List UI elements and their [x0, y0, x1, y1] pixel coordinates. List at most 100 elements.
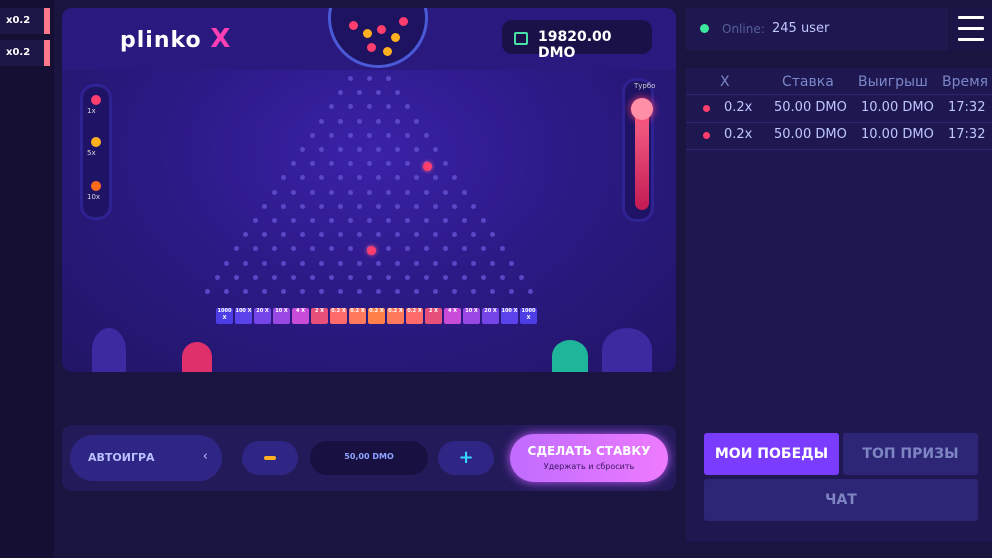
peg [452, 260, 457, 266]
peg [366, 132, 372, 138]
peg [442, 246, 448, 252]
peg [395, 175, 400, 181]
peg [490, 232, 495, 238]
peg [366, 76, 372, 81]
bet-controls: АВТОИГРА ‹ 50,00 DMO + СДЕЛАТЬ СТАВКУ Уд… [62, 425, 676, 491]
peg [499, 274, 505, 280]
peg [262, 232, 267, 238]
peg [300, 147, 305, 152]
falling-ball [367, 246, 376, 255]
peg [338, 232, 343, 238]
peg [309, 189, 315, 195]
column-header-bet: Ставка [782, 74, 834, 90]
peg [414, 289, 419, 294]
history-sidebar: x0.2 x0.2 [0, 0, 54, 558]
peg [309, 274, 315, 280]
peg [395, 147, 400, 152]
peg [338, 289, 343, 294]
bet-amount-value: 50,00 DMO [344, 452, 394, 461]
peg [404, 132, 410, 138]
peg [404, 104, 410, 110]
multiplier-slot: 2 X [311, 308, 328, 324]
peg [357, 90, 362, 96]
menu-icon [958, 16, 984, 19]
peg [338, 90, 343, 96]
peg [357, 289, 362, 294]
autoplay-button[interactable]: АВТОИГРА ‹ [70, 435, 222, 481]
peg [490, 289, 495, 294]
tab-chat[interactable]: ЧАТ [704, 479, 978, 521]
risk-ball-icon [91, 137, 101, 147]
row-status-dot [703, 132, 710, 139]
peg [281, 232, 286, 238]
plant-decoration [552, 340, 588, 372]
logo-text: plinko [120, 28, 202, 53]
peg [281, 260, 286, 266]
peg [480, 218, 486, 223]
risk-gauge[interactable]: 1x 5x 10x [80, 84, 112, 220]
peg [385, 274, 391, 280]
tab-my-wins[interactable]: МОИ ПОБЕДЫ [704, 433, 839, 475]
column-header-x: X [720, 74, 730, 90]
row-bet: 50.00 DMO [774, 127, 847, 142]
peg [300, 175, 305, 181]
multiplier-slot: 1000 X [216, 308, 233, 324]
peg [423, 132, 429, 138]
hamburger-menu-button[interactable] [950, 8, 992, 50]
column-header-time: Время [942, 74, 989, 90]
peg [300, 289, 305, 294]
game-board[interactable]: plinko X 19820.00 DMO 1000 X 100 X 20 X 10 … [62, 8, 676, 372]
peg [290, 161, 296, 167]
peg [395, 203, 400, 209]
turbo-slider-handle[interactable] [631, 98, 653, 120]
peg [423, 274, 429, 280]
peg [243, 289, 248, 294]
peg [319, 147, 324, 152]
peg [442, 218, 448, 223]
peg [281, 175, 286, 181]
history-item-label: x0.2 [6, 47, 31, 58]
plant-decoration [92, 328, 126, 372]
peg [233, 246, 239, 252]
peg [347, 218, 353, 223]
peg [404, 246, 410, 252]
peg [319, 175, 324, 181]
peg [214, 274, 220, 280]
logo-x: X [210, 24, 232, 54]
peg [395, 232, 400, 238]
peg [366, 104, 372, 110]
peg [328, 274, 334, 280]
peg [461, 246, 467, 252]
peg [347, 274, 353, 280]
peg [461, 274, 467, 280]
multiplier-slot: 10 X [273, 308, 290, 324]
peg [357, 232, 362, 238]
peg [357, 118, 362, 124]
peg [271, 274, 277, 280]
peg [499, 246, 505, 252]
bet-amount-field[interactable]: 50,00 DMO [310, 441, 428, 475]
peg [252, 218, 258, 223]
risk-label: 5x [87, 149, 96, 157]
row-bet: 50.00 DMO [774, 100, 847, 115]
peg [480, 274, 486, 280]
peg [338, 147, 343, 152]
peg [471, 289, 476, 294]
peg [490, 260, 495, 266]
peg [433, 203, 438, 209]
increase-bet-button[interactable]: + [438, 441, 494, 475]
peg [309, 161, 315, 167]
peg [423, 189, 429, 195]
multiplier-slot: 100 X [501, 308, 518, 324]
peg [281, 289, 286, 294]
place-bet-button[interactable]: СДЕЛАТЬ СТАВКУ Удержать и сбросить [510, 434, 668, 482]
peg [395, 289, 400, 294]
risk-ball-icon [91, 95, 101, 105]
peg [433, 175, 438, 181]
peg [357, 260, 362, 266]
online-status: Online: 245 user [686, 8, 948, 50]
peg [290, 246, 296, 252]
tab-top-prizes[interactable]: ТОП ПРИЗЫ [843, 433, 978, 475]
decrease-bet-button[interactable] [242, 441, 298, 475]
history-color-bar [44, 40, 50, 66]
